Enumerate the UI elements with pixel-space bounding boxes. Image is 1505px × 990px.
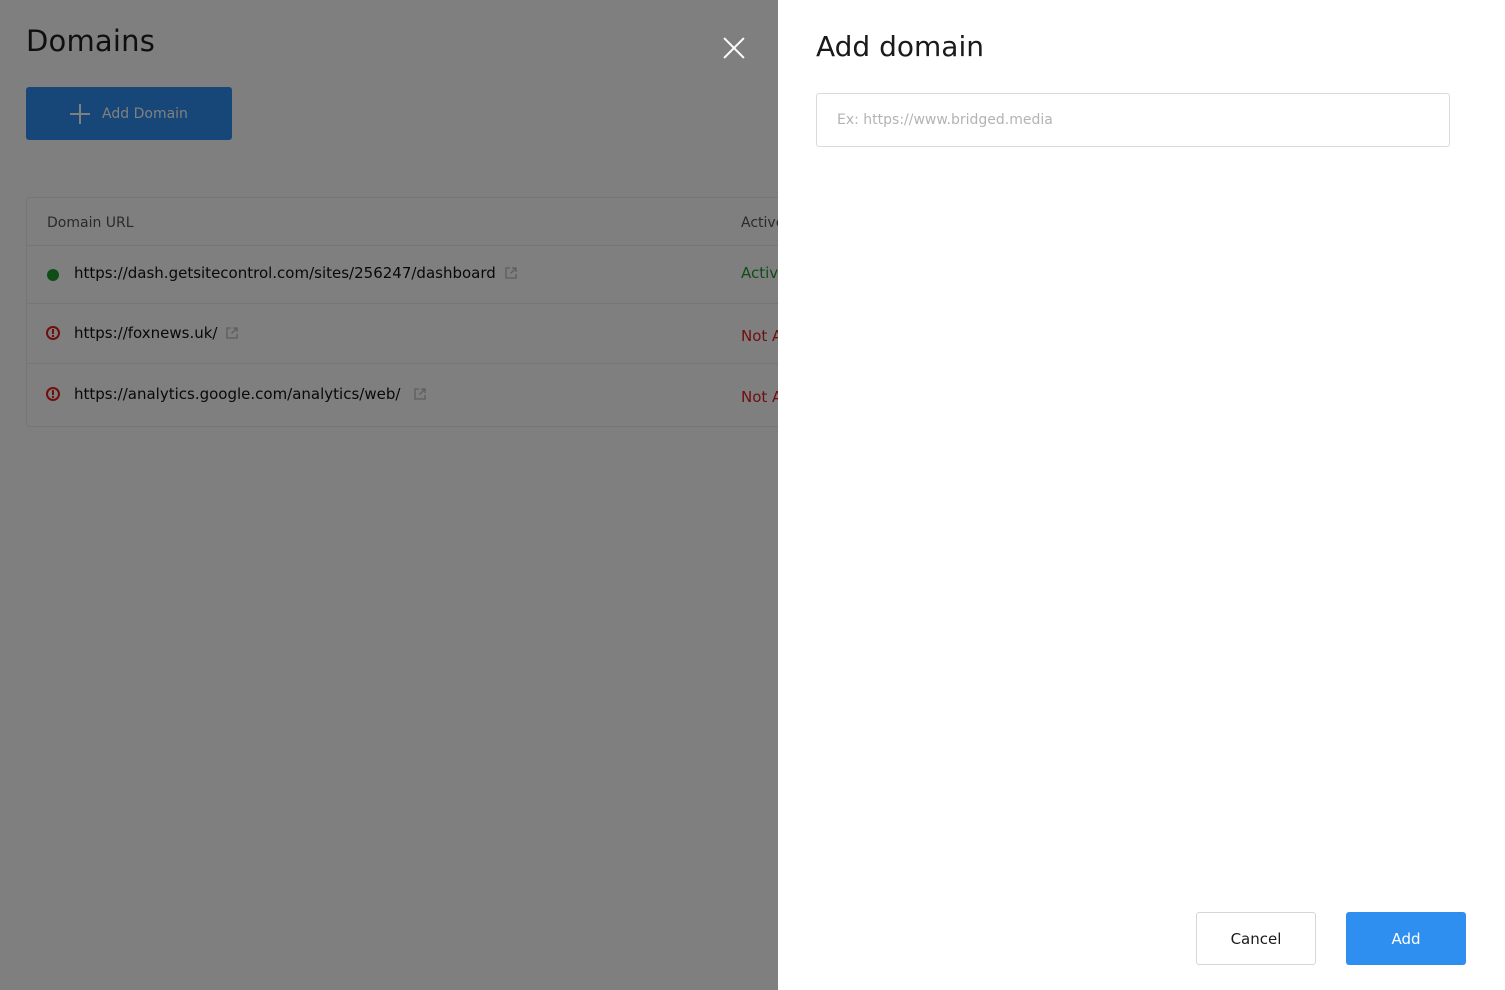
add-domain-drawer: Add domain Cancel Add — [778, 0, 1505, 990]
modal-backdrop[interactable] — [0, 0, 778, 990]
add-button[interactable]: Add — [1346, 912, 1466, 965]
drawer-title: Add domain — [816, 30, 984, 63]
cancel-button[interactable]: Cancel — [1196, 912, 1316, 965]
close-icon[interactable] — [722, 36, 746, 60]
domain-url-input[interactable] — [816, 93, 1450, 147]
